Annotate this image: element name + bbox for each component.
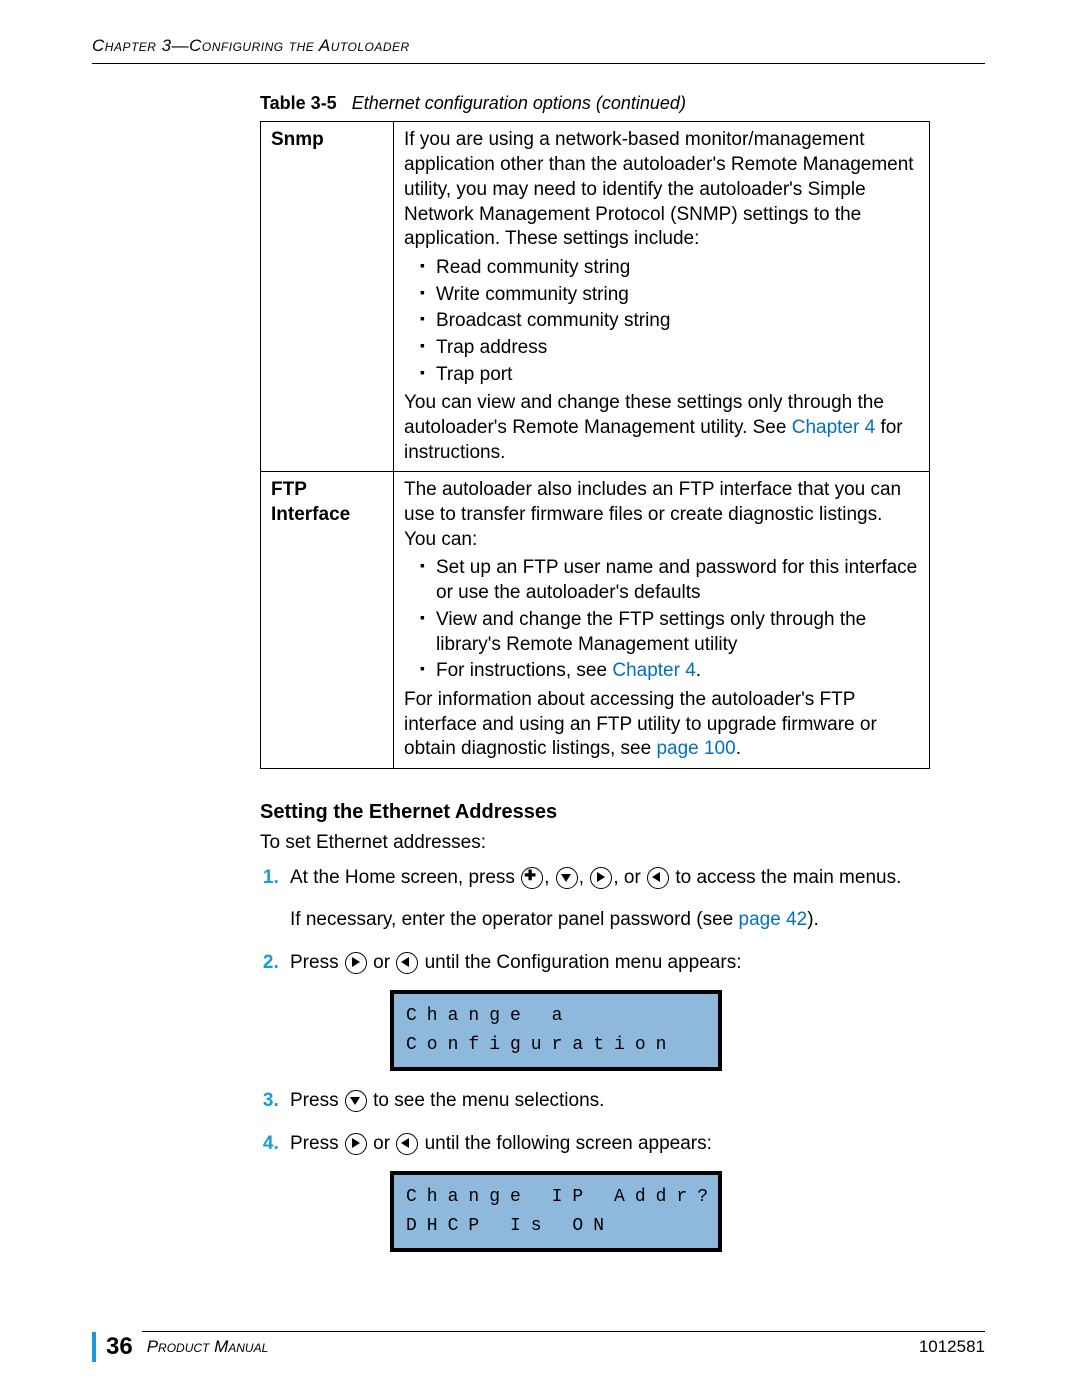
lcd-screen: Change IP Addr? DHCP Is ON: [390, 1171, 722, 1253]
step-text: until the following screen appears:: [425, 1133, 712, 1154]
lcd-line: Change a: [406, 1002, 706, 1031]
config-table: Snmp If you are using a network-based mo…: [260, 121, 930, 769]
lcd-line: Change IP Addr?: [406, 1183, 706, 1212]
table-caption-text: Ethernet configuration options (continue…: [352, 93, 686, 113]
step-text: ,: [579, 867, 590, 888]
lcd-line: DHCP Is ON: [406, 1212, 706, 1241]
row-outro: For information about accessing the auto…: [404, 688, 919, 762]
bullet-item: View and change the FTP settings only th…: [422, 608, 919, 657]
bullet-item: Trap address: [422, 336, 919, 361]
bullet-item: Set up an FTP user name and password for…: [422, 556, 919, 605]
bullet-text: .: [696, 660, 701, 681]
steps-list: At the Home screen, press , , , or to ac…: [260, 866, 944, 1253]
section-intro: To set Ethernet addresses:: [260, 831, 930, 856]
step-text: , or: [613, 867, 646, 888]
outro-text: For information about accessing the auto…: [404, 689, 877, 759]
step-item: At the Home screen, press , , , or to ac…: [284, 866, 944, 933]
down-arrow-icon: [556, 867, 578, 889]
step-text: Press: [290, 1090, 344, 1111]
page-link[interactable]: page 100: [656, 738, 735, 759]
bullet-item: Broadcast community string: [422, 309, 919, 334]
step-item: Press or until the Configuration menu ap…: [284, 951, 944, 1071]
lcd-line: Configuration: [406, 1031, 706, 1060]
left-arrow-icon: [396, 1133, 418, 1155]
right-arrow-icon: [590, 867, 612, 889]
step-note: ).: [807, 909, 819, 930]
outro-text: .: [736, 738, 741, 759]
step-text: Press: [290, 952, 344, 973]
page-link[interactable]: page 42: [739, 909, 808, 930]
chapter-link[interactable]: Chapter 4: [792, 417, 875, 438]
step-text: or: [373, 952, 395, 973]
step-text: or: [373, 1133, 395, 1154]
left-arrow-icon: [396, 952, 418, 974]
header-rule: [92, 63, 985, 64]
row-outro: You can view and change these settings o…: [404, 391, 919, 465]
step-text: ,: [544, 867, 555, 888]
bullet-item: Read community string: [422, 256, 919, 281]
right-arrow-icon: [345, 1133, 367, 1155]
bullet-item: For instructions, see Chapter 4.: [422, 659, 919, 684]
row-intro: The autoloader also includes an FTP inte…: [404, 478, 919, 552]
down-arrow-icon: [345, 1090, 367, 1112]
bullet-list: Set up an FTP user name and password for…: [404, 556, 919, 683]
step-text: to access the main menus.: [675, 867, 901, 888]
row-intro: If you are using a network-based monitor…: [404, 128, 919, 251]
chapter-header: Chapter 3—Configuring the Autoloader: [92, 35, 985, 61]
step-text: Press: [290, 1133, 344, 1154]
step-note: If necessary, enter the operator panel p…: [290, 909, 739, 930]
table-row: FTP Interface The autoloader also includ…: [261, 472, 930, 769]
footer-manual: Product Manual: [147, 1336, 919, 1358]
left-arrow-icon: [647, 867, 669, 889]
bullet-text: For instructions, see: [436, 660, 612, 681]
row-content: If you are using a network-based monitor…: [394, 122, 930, 472]
footer-docnum: 1012581: [919, 1336, 985, 1358]
chapter-link[interactable]: Chapter 4: [612, 660, 695, 681]
bullet-list: Read community string Write community st…: [404, 256, 919, 387]
page-number: 36: [106, 1331, 133, 1362]
step-text: At the Home screen, press: [290, 867, 520, 888]
right-arrow-icon: [345, 952, 367, 974]
table-caption: Table 3-5 Ethernet configuration options…: [260, 92, 985, 115]
section-heading: Setting the Ethernet Addresses: [260, 799, 985, 825]
step-text: until the Configuration menu appears:: [425, 952, 742, 973]
bullet-item: Trap port: [422, 363, 919, 388]
step-item: Press to see the menu selections.: [284, 1089, 944, 1114]
bullet-item: Write community string: [422, 283, 919, 308]
row-content: The autoloader also includes an FTP inte…: [394, 472, 930, 769]
plus-icon: [521, 867, 543, 889]
step-item: Press or until the following screen appe…: [284, 1132, 944, 1252]
row-label: Snmp: [261, 122, 394, 472]
step-text: to see the menu selections.: [373, 1090, 604, 1111]
table-row: Snmp If you are using a network-based mo…: [261, 122, 930, 472]
table-caption-label: Table 3-5: [260, 93, 337, 113]
lcd-screen: Change a Configuration: [390, 990, 722, 1072]
page-footer: 36 Product Manual 1012581: [92, 1332, 985, 1362]
row-label: FTP Interface: [261, 472, 394, 769]
